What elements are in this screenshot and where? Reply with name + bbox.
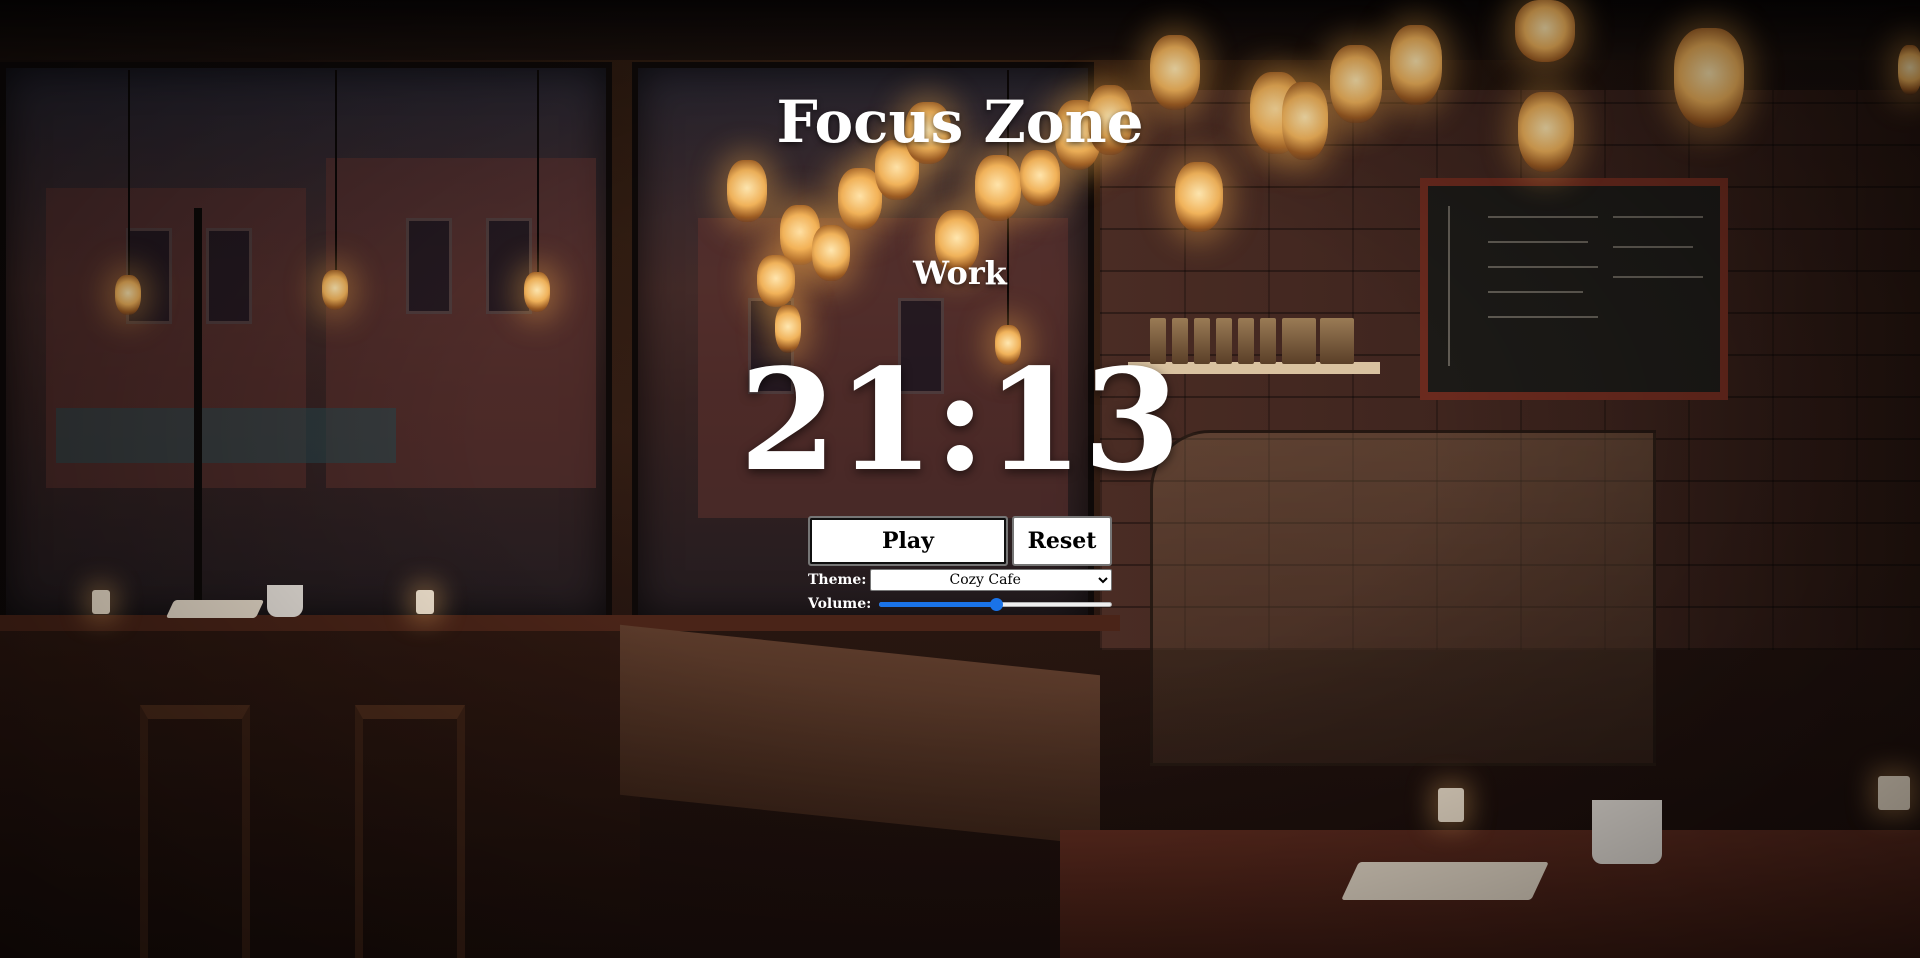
focus-app: Focus Zone Work 21:13 Play Reset Theme: …: [0, 0, 1920, 958]
volume-label: Volume:: [808, 596, 872, 612]
countdown-timer: 21:13: [739, 339, 1181, 503]
theme-row: Theme: Cozy Cafe: [808, 569, 1112, 591]
volume-row: Volume:: [808, 594, 1112, 614]
app-title: Focus Zone: [776, 88, 1144, 156]
volume-slider[interactable]: [879, 594, 1112, 614]
volume-slider-fill: [879, 602, 996, 607]
volume-slider-thumb[interactable]: [989, 598, 1003, 611]
button-row: Play Reset: [808, 516, 1112, 566]
reset-button[interactable]: Reset: [1012, 516, 1112, 566]
play-button[interactable]: Play: [808, 516, 1008, 566]
theme-label: Theme:: [808, 572, 867, 588]
session-mode-label: Work: [913, 254, 1007, 292]
theme-select[interactable]: Cozy Cafe: [870, 569, 1112, 591]
timer-controls: Play Reset Theme: Cozy Cafe Volume:: [808, 516, 1112, 614]
